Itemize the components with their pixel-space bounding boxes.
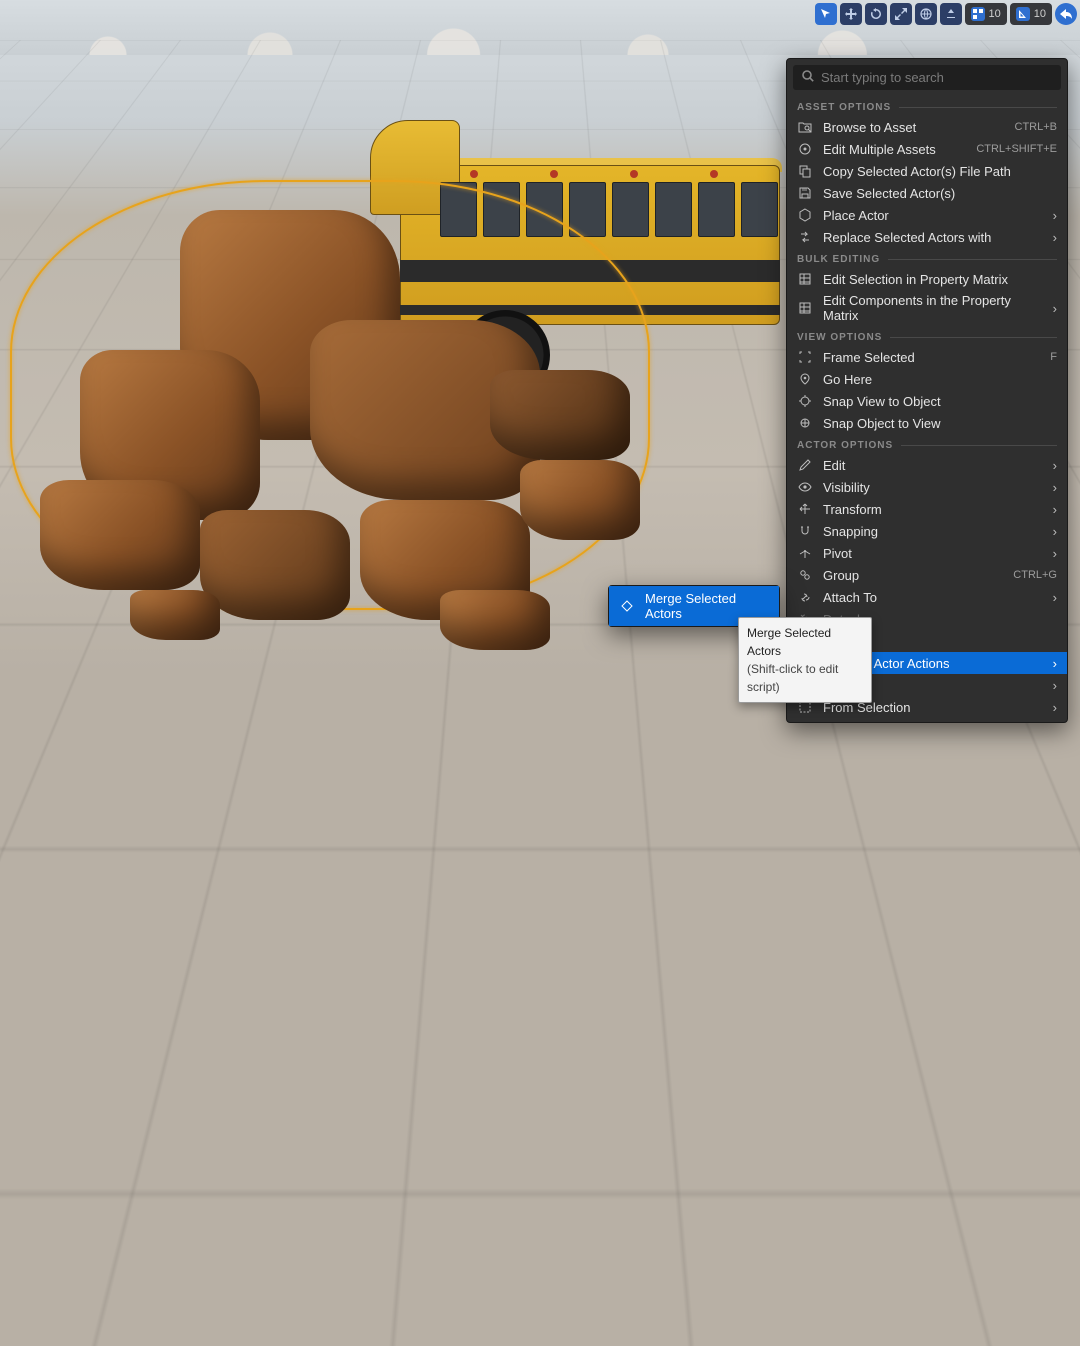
blueprint-node-icon	[619, 598, 635, 614]
eye-icon	[797, 479, 813, 495]
rotate-tool-button[interactable]	[865, 3, 887, 25]
world-local-toggle[interactable]	[915, 3, 937, 25]
viewport-toolbar: 10 10	[812, 2, 1080, 26]
grid-snap-value: 10	[989, 8, 1001, 20]
menu-search-input[interactable]	[821, 70, 1053, 85]
move-tool-button[interactable]	[840, 3, 862, 25]
menu-go-here[interactable]: Go Here	[787, 368, 1067, 390]
search-icon	[801, 69, 815, 86]
chevron-right-icon: ›	[1053, 301, 1057, 316]
camera-speed-button[interactable]	[1055, 3, 1077, 25]
menu-frame-selected[interactable]: Frame Selected F	[787, 346, 1067, 368]
matrix-icon	[797, 271, 813, 287]
tooltip: Merge Selected Actors (Shift-click to ed…	[738, 617, 872, 703]
frame-icon	[797, 349, 813, 365]
menu-place-actor[interactable]: Place Actor ›	[787, 204, 1067, 226]
scene-rocks	[20, 200, 640, 620]
place-actor-icon	[797, 207, 813, 223]
tooltip-hint: (Shift-click to edit script)	[747, 660, 863, 696]
angle-snap-chip[interactable]: 10	[1010, 3, 1052, 25]
menu-pivot[interactable]: Pivot ›	[787, 542, 1067, 564]
select-tool-button[interactable]	[815, 3, 837, 25]
section-asset-options: ASSET OPTIONS	[787, 96, 1067, 116]
grid-snap-chip[interactable]: 10	[965, 3, 1007, 25]
menu-replace-selected-actors[interactable]: Replace Selected Actors with ›	[787, 226, 1067, 248]
pivot-icon	[797, 545, 813, 561]
tooltip-title: Merge Selected Actors	[747, 624, 863, 660]
chevron-right-icon: ›	[1053, 230, 1057, 245]
menu-save-selected-actors[interactable]: Save Selected Actor(s)	[787, 182, 1067, 204]
angle-snap-value: 10	[1034, 8, 1046, 20]
copy-path-icon	[797, 163, 813, 179]
attach-icon	[797, 589, 813, 605]
angle-snap-icon	[1016, 7, 1030, 21]
save-icon	[797, 185, 813, 201]
menu-group[interactable]: Group CTRL+G	[787, 564, 1067, 586]
snap-object-icon	[797, 415, 813, 431]
menu-edit-components-matrix[interactable]: Edit Components in the Property Matrix ›	[787, 290, 1067, 326]
menu-transform[interactable]: Transform ›	[787, 498, 1067, 520]
menu-snap-view-to-object[interactable]: Snap View to Object	[787, 390, 1067, 412]
scale-tool-button[interactable]	[890, 3, 912, 25]
folder-search-icon	[797, 119, 813, 135]
chevron-right-icon: ›	[1053, 700, 1057, 715]
menu-edit-property-matrix[interactable]: Edit Selection in Property Matrix	[787, 268, 1067, 290]
pencil-icon	[797, 457, 813, 473]
menu-snap-object-to-view[interactable]: Snap Object to View	[787, 412, 1067, 434]
menu-search-row	[793, 65, 1061, 90]
chevron-right-icon: ›	[1053, 678, 1057, 693]
go-here-icon	[797, 371, 813, 387]
menu-edit-multiple-assets[interactable]: Edit Multiple Assets CTRL+SHIFT+E	[787, 138, 1067, 160]
chevron-right-icon: ›	[1053, 546, 1057, 561]
snapping-icon	[797, 523, 813, 539]
chevron-right-icon: ›	[1053, 502, 1057, 517]
chevron-right-icon: ›	[1053, 208, 1057, 223]
chevron-right-icon: ›	[1053, 524, 1057, 539]
section-view-options: VIEW OPTIONS	[787, 326, 1067, 346]
menu-browse-to-asset[interactable]: Browse to Asset CTRL+B	[787, 116, 1067, 138]
chevron-right-icon: ›	[1053, 458, 1057, 473]
chevron-right-icon: ›	[1053, 656, 1057, 671]
chevron-right-icon: ›	[1053, 480, 1057, 495]
surface-snap-button[interactable]	[940, 3, 962, 25]
multi-edit-icon	[797, 141, 813, 157]
menu-attach-to[interactable]: Attach To ›	[787, 586, 1067, 608]
menu-edit[interactable]: Edit ›	[787, 454, 1067, 476]
group-icon	[797, 567, 813, 583]
grid-snap-icon	[971, 7, 985, 21]
transform-icon	[797, 501, 813, 517]
chevron-right-icon: ›	[1053, 590, 1057, 605]
menu-copy-file-path[interactable]: Copy Selected Actor(s) File Path	[787, 160, 1067, 182]
section-bulk-editing: BULK EDITING	[787, 248, 1067, 268]
menu-visibility[interactable]: Visibility ›	[787, 476, 1067, 498]
menu-snapping[interactable]: Snapping ›	[787, 520, 1067, 542]
snap-view-icon	[797, 393, 813, 409]
replace-icon	[797, 229, 813, 245]
matrix-icon	[797, 300, 813, 316]
section-actor-options: ACTOR OPTIONS	[787, 434, 1067, 454]
